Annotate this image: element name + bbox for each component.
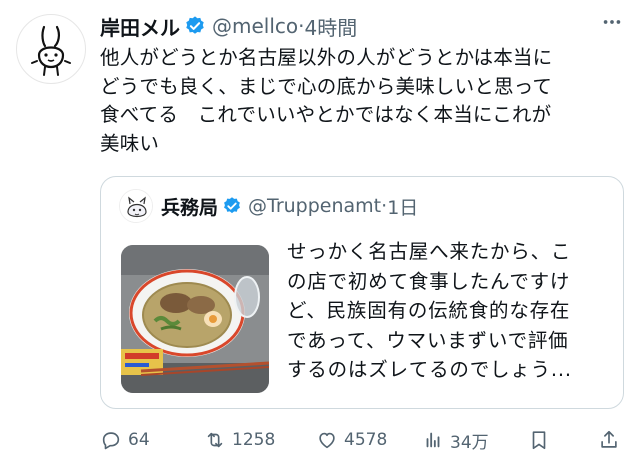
quoted-text-line: であって、ウマいまずいで評価 — [287, 328, 569, 352]
quoted-text-line: ど、民族固有の伝統食的な存在 — [287, 299, 571, 322]
bookmark-button[interactable] — [528, 424, 550, 456]
cat-avatar-icon — [120, 190, 152, 222]
tweet-text-line: 食べてる これでいいやとかではなく本当にこれが — [100, 103, 552, 126]
share-icon — [601, 430, 617, 448]
quoted-author-avatar[interactable] — [119, 189, 153, 223]
like-count: 4578 — [344, 430, 388, 450]
tweet-text-line: 他人がどうとか名古屋以外の人がどうとかは本当に — [100, 46, 553, 69]
views-button[interactable]: 34万 — [422, 424, 489, 456]
verified-badge-icon — [184, 15, 206, 37]
tweet-text: 他人がどうとか名古屋以外の人がどうとかは本当に どうでも良く、まじで心の底から美… — [100, 44, 620, 158]
author-handle[interactable]: @mellco — [212, 14, 298, 38]
ramen-bowl-photo[interactable] — [121, 245, 269, 393]
views-chart-icon — [426, 432, 440, 448]
more-dots-icon[interactable] — [598, 10, 626, 34]
quoted-text-line: の店で初めて食事したんですけ — [287, 269, 571, 293]
tweet-text-line: 美味い — [100, 131, 160, 155]
quoted-text-line: せっかく名古屋へ来たから、こ — [287, 240, 572, 263]
heart-icon — [319, 432, 335, 449]
reply-button[interactable]: 64 — [100, 424, 150, 456]
quoted-tweet-header: 兵務局 @Truppenamt · 1日 — [119, 189, 418, 223]
tweet-action-bar: 64 1258 4578 34万 — [100, 424, 624, 456]
tweet-text-line: どうでも良く、まじで心の底から美味しいと思って — [100, 74, 553, 98]
retweet-icon — [207, 432, 223, 448]
author-name[interactable]: 岸田メル — [100, 12, 180, 41]
bookmark-icon — [532, 431, 546, 450]
retweet-count: 1258 — [232, 430, 276, 450]
quoted-author-handle[interactable]: @Truppenamt — [248, 195, 381, 217]
quoted-text-line: するのはズレてるのでしょう... — [287, 358, 572, 381]
like-button[interactable]: 4578 — [316, 424, 387, 456]
share-button[interactable] — [598, 424, 620, 456]
author-avatar[interactable] — [16, 14, 86, 84]
quoted-author-name[interactable]: 兵務局 — [161, 193, 218, 220]
quoted-tweet-time[interactable]: 1日 — [387, 193, 418, 220]
views-count: 34万 — [450, 432, 489, 453]
verified-badge-icon — [222, 196, 242, 216]
quoted-tweet-text: せっかく名古屋へ来たから、こ の店で初めて食事したんですけ ど、民族固有の伝統食… — [287, 237, 617, 385]
retweet-button[interactable]: 1258 — [204, 424, 275, 456]
reply-icon — [102, 432, 120, 450]
tweet-header: 岸田メル @mellco · 4時間 — [100, 12, 624, 40]
reply-count: 64 — [128, 430, 150, 450]
rabbit-avatar-icon — [31, 25, 71, 76]
tweet-time[interactable]: 4時間 — [305, 12, 358, 41]
quoted-tweet-card[interactable]: 兵務局 @Truppenamt · 1日 せっかく名古屋へ来たから、こ の店で初… — [100, 176, 624, 409]
